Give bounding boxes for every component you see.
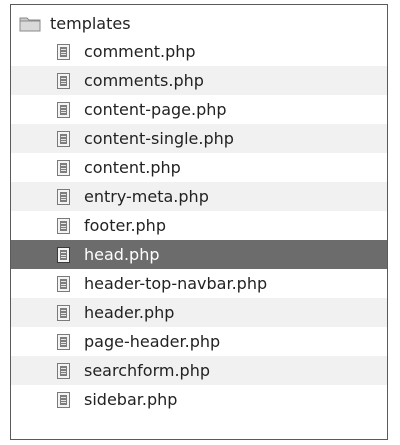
php-file-icon (57, 333, 70, 350)
php-file-icon (57, 391, 70, 408)
file-name: page-header.php (84, 332, 221, 351)
file-name: content-single.php (84, 129, 234, 148)
file-row[interactable]: entry-meta.php (11, 182, 387, 211)
php-file-icon (57, 72, 70, 89)
php-file-icon (57, 43, 70, 60)
file-name: header-top-navbar.php (84, 274, 268, 293)
file-row[interactable]: content-page.php (11, 95, 387, 124)
php-file-icon (57, 304, 70, 321)
folder-icon (19, 15, 41, 32)
php-file-icon (57, 275, 70, 292)
file-name: entry-meta.php (84, 187, 209, 206)
file-name: footer.php (84, 216, 166, 235)
file-row[interactable]: footer.php (11, 211, 387, 240)
file-row[interactable]: sidebar.php (11, 385, 387, 414)
file-name: content-page.php (84, 100, 227, 119)
php-file-icon (57, 362, 70, 379)
php-file-icon (57, 159, 70, 176)
file-row[interactable]: header-top-navbar.php (11, 269, 387, 298)
file-name: searchform.php (84, 361, 210, 380)
php-file-icon (57, 188, 70, 205)
file-row[interactable]: searchform.php (11, 356, 387, 385)
file-name: header.php (84, 303, 175, 322)
file-name: content.php (84, 158, 181, 177)
file-row[interactable]: page-header.php (11, 327, 387, 356)
folder-name: templates (50, 14, 131, 33)
file-name: comments.php (84, 71, 204, 90)
php-file-icon (57, 246, 70, 263)
file-row[interactable]: content-single.php (11, 124, 387, 153)
file-row[interactable]: content.php (11, 153, 387, 182)
file-row[interactable]: comments.php (11, 66, 387, 95)
folder-row-templates[interactable]: templates (11, 9, 387, 38)
file-name: sidebar.php (84, 390, 178, 409)
file-row-selected[interactable]: head.php (11, 240, 387, 269)
file-name: head.php (84, 245, 160, 264)
php-file-icon (57, 130, 70, 147)
file-list: templates comment.php comments.php conte… (10, 4, 388, 440)
php-file-icon (57, 217, 70, 234)
file-row[interactable]: comment.php (11, 37, 387, 66)
php-file-icon (57, 101, 70, 118)
file-name: comment.php (84, 42, 196, 61)
file-row[interactable]: header.php (11, 298, 387, 327)
